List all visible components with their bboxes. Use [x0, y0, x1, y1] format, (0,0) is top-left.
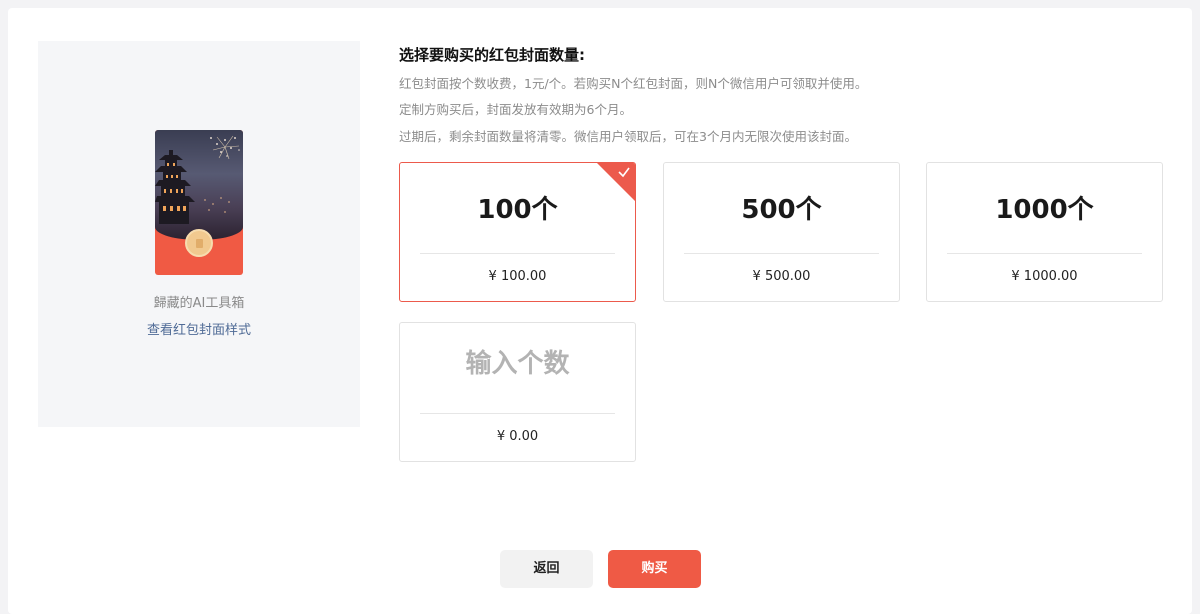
card-divider	[420, 413, 615, 414]
expiry-description: 过期后，剩余封面数量将清零。微信用户领取后，可在3个月内无限次使用该封面。	[399, 129, 857, 144]
cover-preview-panel: 歸藏的AI工具箱 查看红包封面样式	[38, 41, 360, 427]
card-divider	[684, 253, 879, 254]
option-price: ¥ 500.00	[752, 269, 811, 284]
option-price: ¥ 1000.00	[1011, 269, 1078, 284]
option-quantity: 500个	[741, 195, 822, 225]
option-quantity: 1000个	[995, 195, 1094, 225]
main-panel: 歸藏的AI工具箱 查看红包封面样式 选择要购买的红包封面数量: 红包封面按个数收…	[8, 8, 1192, 614]
custom-price: ¥ 0.00	[496, 429, 539, 444]
cover-coin-icon	[185, 229, 213, 257]
quantity-option-100[interactable]: 100个 ¥ 100.00	[399, 162, 636, 302]
back-button[interactable]: 返回	[500, 550, 593, 588]
card-divider	[420, 253, 615, 254]
card-divider	[947, 253, 1142, 254]
pricing-description: 红包封面按个数收费，1元/个。若购买N个红包封面，则N个微信用户可领取并使用。	[399, 76, 868, 91]
validity-description: 定制方购买后，封面发放有效期为6个月。	[399, 102, 632, 117]
option-price: ¥ 100.00	[488, 269, 547, 284]
checkmark-icon	[618, 167, 630, 178]
quantity-option-1000[interactable]: 1000个 ¥ 1000.00	[926, 162, 1163, 302]
buy-button[interactable]: 购买	[608, 550, 701, 588]
quantity-option-500[interactable]: 500个 ¥ 500.00	[663, 162, 900, 302]
cover-pagoda-artwork	[155, 130, 243, 240]
red-envelope-cover-image	[155, 130, 243, 275]
brand-name: 歸藏的AI工具箱	[153, 296, 245, 311]
quantity-section-title: 选择要购买的红包封面数量:	[399, 46, 585, 64]
custom-quantity-input[interactable]	[400, 349, 635, 379]
custom-quantity-card[interactable]: ¥ 0.00	[399, 322, 636, 462]
view-cover-style-link[interactable]: 查看红包封面样式	[38, 319, 360, 338]
